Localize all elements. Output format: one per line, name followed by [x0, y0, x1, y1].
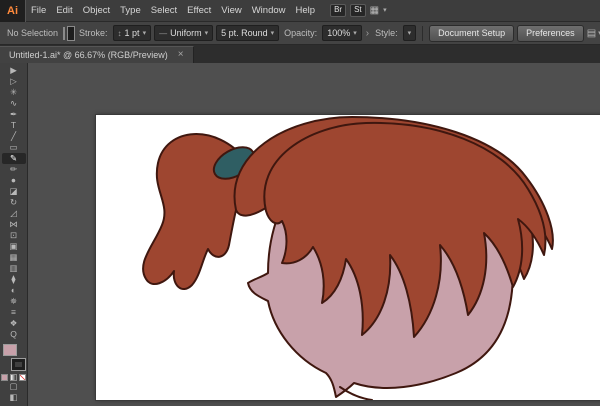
selection-status: No Selection [7, 28, 58, 38]
document-tab-bar: Untitled-1.ai* @ 66.67% (RGB/Preview) × [0, 45, 600, 63]
menu-view[interactable]: View [216, 0, 246, 21]
lasso-tool[interactable]: ∿ [2, 98, 26, 109]
pencil-tool[interactable]: ✏ [2, 164, 26, 175]
hand-tool[interactable]: ❖ [2, 318, 26, 329]
artboard[interactable] [96, 115, 600, 400]
fill-color-swatch[interactable] [63, 27, 65, 40]
document-tab-title: Untitled-1.ai* @ 66.67% (RGB/Preview) [9, 50, 168, 60]
menu-edit[interactable]: Edit [51, 0, 77, 21]
eyedropper-tool[interactable]: ⧫ [2, 274, 26, 285]
stepper-icon[interactable]: ↕ [118, 29, 122, 38]
rotate-tool[interactable]: ↻ [2, 197, 26, 208]
zoom-tool[interactable]: Q [2, 329, 26, 340]
paintbrush-tool[interactable]: ✎ [2, 153, 26, 164]
graph-tool[interactable]: ≡ [2, 307, 26, 318]
menu-type[interactable]: Type [115, 0, 146, 21]
close-icon[interactable]: × [178, 50, 184, 60]
divider [422, 26, 423, 41]
chevron-down-icon: ▾ [205, 29, 209, 37]
panel-icon-glyph: ▤ [587, 28, 596, 39]
gradient-tool[interactable]: ▥ [2, 263, 26, 274]
app-logo-icon[interactable]: Ai [0, 0, 26, 22]
menu-effect[interactable]: Effect [182, 0, 216, 21]
width-tool[interactable]: ⋈ [2, 219, 26, 230]
stock-icon[interactable]: St [350, 4, 366, 17]
eraser-tool[interactable]: ◪ [2, 186, 26, 197]
width-profile-value: Uniform [170, 28, 202, 38]
menu-file[interactable]: File [26, 0, 51, 21]
toolbar-fill-swatch[interactable] [3, 344, 17, 356]
chevron-down-icon: ▾ [383, 6, 387, 14]
stroke-label: Stroke: [79, 28, 108, 38]
scale-tool[interactable]: ◿ [2, 208, 26, 219]
menubar-right: Br St ▦ ▾ [330, 4, 387, 17]
illustrator-window: Ai FileEditObjectTypeSelectEffectViewWin… [0, 0, 600, 406]
document-tab[interactable]: Untitled-1.ai* @ 66.67% (RGB/Preview) × [0, 46, 194, 63]
type-tool[interactable]: T [2, 120, 26, 131]
rectangle-tool[interactable]: ▭ [2, 142, 26, 153]
preferences-button[interactable]: Preferences [517, 25, 584, 42]
opacity-flyout-icon[interactable]: › [366, 28, 369, 39]
menu-window[interactable]: Window [247, 0, 291, 21]
opacity-field[interactable]: 100% ▾ [322, 25, 362, 41]
stroke-weight-value: 1 pt [125, 28, 140, 38]
gradient-button[interactable] [10, 374, 17, 381]
menu-items: FileEditObjectTypeSelectEffectViewWindow… [26, 0, 320, 21]
panel-menu-icon[interactable]: ▤ ▾ [587, 28, 600, 39]
width-profile-dropdown[interactable]: — Uniform ▾ [154, 25, 213, 41]
menu-help[interactable]: Help [291, 0, 321, 21]
opacity-label: Opacity: [284, 28, 317, 38]
menu-bar: Ai FileEditObjectTypeSelectEffectViewWin… [0, 0, 600, 22]
document-setup-button[interactable]: Document Setup [429, 25, 514, 42]
artwork-drawing [96, 115, 600, 400]
line-preview-icon: — [159, 29, 167, 38]
brush-definition-value: 5 pt. Round [221, 28, 268, 38]
chevron-down-icon: ▾ [353, 29, 357, 37]
chevron-down-icon: ▾ [143, 29, 147, 37]
workspace-switcher-icon[interactable]: ▦ [370, 5, 379, 16]
direct-selection-tool[interactable]: ▷ [2, 76, 26, 87]
brush-definition-dropdown[interactable]: 5 pt. Round ▾ [216, 25, 279, 41]
neck-line[interactable] [340, 387, 372, 400]
free-transform-tool[interactable]: ⊡ [2, 230, 26, 241]
blend-tool[interactable]: ◐ [2, 285, 26, 296]
style-label: Style: [375, 28, 398, 38]
mesh-tool[interactable]: ▦ [2, 252, 26, 263]
tools-panel: ▶▷✳∿✒T╱▭✎✏●◪↻◿⋈⊡▣▦▥⧫◐✵≡❖Q ▢ ◧ [0, 63, 28, 406]
stroke-color-swatch[interactable] [68, 27, 74, 40]
chevron-down-icon: ▾ [271, 29, 275, 37]
none-button[interactable] [19, 374, 26, 381]
magic-wand-tool[interactable]: ✳ [2, 87, 26, 98]
opacity-value: 100% [327, 28, 350, 38]
symbol-sprayer-tool[interactable]: ✵ [2, 296, 26, 307]
toolbar-stroke-swatch[interactable] [12, 359, 25, 370]
screen-mode-button[interactable]: ◧ [2, 392, 26, 403]
tool-list: ▶▷✳∿✒T╱▭✎✏●◪↻◿⋈⊡▣▦▥⧫◐✵≡❖Q [2, 65, 26, 340]
blob-brush-tool[interactable]: ● [2, 175, 26, 186]
chevron-down-icon: ▾ [408, 29, 412, 37]
menu-object[interactable]: Object [78, 0, 115, 21]
pen-tool[interactable]: ✒ [2, 109, 26, 120]
bridge-icon[interactable]: Br [330, 4, 346, 17]
line-segment-tool[interactable]: ╱ [2, 131, 26, 142]
color-button[interactable] [1, 374, 8, 381]
menu-select[interactable]: Select [146, 0, 182, 21]
drawing-mode-button[interactable]: ▢ [2, 381, 26, 392]
fill-stroke-control[interactable] [3, 344, 25, 370]
selection-tool[interactable]: ▶ [2, 65, 26, 76]
canvas-area[interactable] [28, 63, 600, 406]
shape-builder-tool[interactable]: ▣ [2, 241, 26, 252]
style-dropdown[interactable]: ▾ [403, 25, 417, 41]
control-bar: No Selection Stroke: ↕ 1 pt ▾ — Uniform … [0, 22, 600, 45]
color-mode-row [1, 374, 26, 381]
stroke-weight-field[interactable]: ↕ 1 pt ▾ [113, 25, 152, 41]
